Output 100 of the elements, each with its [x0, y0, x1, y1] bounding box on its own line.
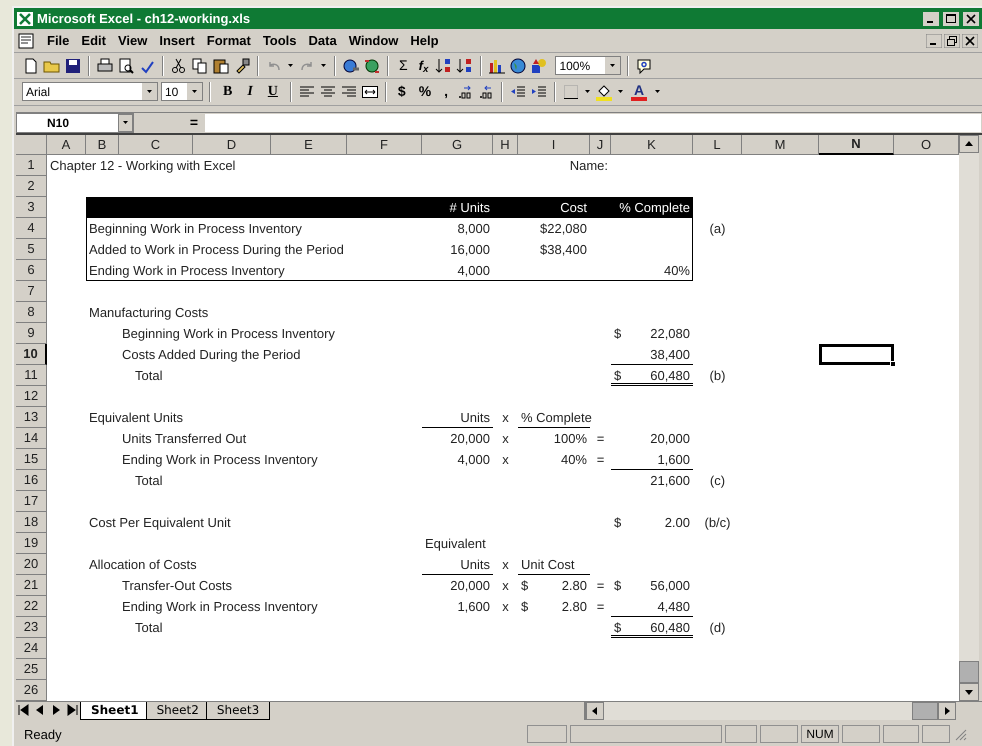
row-header[interactable]: 18	[16, 512, 47, 534]
dropdown-caret-icon[interactable]	[585, 90, 590, 94]
minimize-button[interactable]	[926, 34, 942, 48]
maximize-button[interactable]	[943, 12, 959, 26]
name-box[interactable]: N10	[16, 112, 134, 133]
menu-item[interactable]: File	[42, 30, 74, 50]
scroll-thumb[interactable]	[959, 661, 979, 684]
comma-button[interactable]: ,	[439, 81, 454, 102]
italic-button[interactable]: I	[241, 81, 259, 102]
row-header[interactable]: 3	[16, 197, 47, 218]
copy-icon[interactable]	[191, 56, 209, 75]
globe-icon[interactable]	[509, 56, 528, 75]
underline-button[interactable]: U	[262, 81, 284, 102]
column-header[interactable]: D	[193, 135, 271, 156]
menu-item[interactable]: Format	[202, 30, 256, 50]
row-header[interactable]: 17	[16, 491, 47, 512]
bold-button[interactable]: B	[217, 81, 238, 102]
autosum-button[interactable]: Σ	[395, 55, 412, 76]
column-header[interactable]: H	[493, 135, 518, 156]
horizontal-scrollbar[interactable]	[584, 702, 956, 720]
active-cell-border[interactable]	[819, 344, 894, 366]
row-header[interactable]: 15	[16, 449, 47, 470]
resize-grip-icon[interactable]	[953, 727, 967, 742]
clipboard-icon[interactable]	[212, 56, 230, 75]
row-header[interactable]: 13	[16, 407, 47, 428]
row-header[interactable]: 10	[16, 344, 47, 366]
print-preview-icon[interactable]	[117, 56, 135, 75]
help-icon[interactable]	[635, 56, 654, 75]
column-header[interactable]: J	[590, 135, 611, 156]
menu-item[interactable]: Window	[344, 30, 404, 50]
fill-color-icon[interactable]	[595, 82, 614, 101]
menu-item[interactable]: Edit	[76, 30, 111, 50]
vertical-scrollbar[interactable]	[959, 135, 979, 702]
menu-item[interactable]: Data	[304, 30, 342, 50]
currency-button[interactable]: $	[392, 81, 411, 102]
row-header[interactable]: 5	[16, 239, 47, 260]
dropdown-caret-icon[interactable]	[655, 90, 660, 94]
drawing-shapes-icon[interactable]	[530, 56, 548, 75]
row-header[interactable]: 7	[16, 281, 47, 302]
column-header[interactable]: M	[742, 135, 819, 156]
column-header[interactable]: A	[47, 135, 86, 156]
row-header[interactable]: 9	[16, 323, 47, 344]
scroll-thumb[interactable]	[912, 702, 938, 720]
column-header[interactable]: I	[518, 135, 590, 156]
dropdown-caret-icon[interactable]	[288, 64, 293, 68]
scissors-icon[interactable]	[170, 56, 188, 75]
row-header[interactable]: 1	[16, 155, 47, 176]
row-header[interactable]: 11	[16, 365, 47, 386]
dropdown-caret-icon[interactable]	[618, 90, 624, 94]
row-header[interactable]: 6	[16, 260, 47, 282]
dropdown-caret-icon[interactable]	[610, 64, 616, 68]
dropdown-caret-icon[interactable]	[147, 90, 152, 94]
select-all-button[interactable]	[16, 135, 47, 156]
menu-item[interactable]: Help	[405, 30, 444, 50]
row-header[interactable]: 23	[16, 617, 47, 638]
row-header[interactable]: 19	[16, 533, 47, 554]
row-header[interactable]: 22	[16, 596, 47, 618]
row-header[interactable]: 21	[16, 575, 47, 596]
row-header[interactable]: 24	[16, 638, 47, 660]
close-button[interactable]	[963, 12, 979, 26]
row-header[interactable]: 14	[16, 428, 47, 450]
column-header[interactable]: N	[819, 135, 894, 156]
row-header[interactable]: 4	[16, 218, 47, 240]
column-header[interactable]: E	[271, 135, 347, 156]
column-header[interactable]: B	[86, 135, 119, 156]
row-header[interactable]: 20	[16, 554, 47, 576]
close-button[interactable]	[962, 34, 978, 48]
row-header[interactable]: 25	[16, 659, 47, 680]
column-header[interactable]: G	[422, 135, 493, 156]
globe-arrows-icon[interactable]	[363, 56, 381, 75]
row-header[interactable]: 16	[16, 470, 47, 492]
dropdown-caret-icon[interactable]	[192, 90, 197, 94]
column-header[interactable]: K	[611, 135, 693, 156]
row-header[interactable]: 8	[16, 302, 47, 324]
dropdown-caret-icon[interactable]	[123, 121, 128, 124]
menu-item[interactable]: Insert	[154, 30, 200, 50]
edit-formula-button[interactable]: =	[190, 112, 198, 134]
row-header[interactable]: 2	[16, 176, 47, 198]
row-header[interactable]: 12	[16, 386, 47, 408]
minimize-button[interactable]	[923, 12, 939, 26]
restore-button[interactable]	[944, 34, 960, 48]
dropdown-caret-icon[interactable]	[321, 64, 326, 68]
formula-input-field[interactable]	[204, 112, 982, 133]
row-header[interactable]: 26	[16, 680, 47, 702]
sheet-tab[interactable]: Sheet3	[206, 702, 270, 720]
font-color-button[interactable]: A	[628, 82, 650, 101]
borders-icon[interactable]	[562, 82, 580, 101]
menu-item[interactable]: View	[112, 30, 152, 50]
zoom-dropdown[interactable]: 100%	[555, 56, 622, 76]
function-button[interactable]: f$_{x}$	[414, 56, 432, 76]
font-size-dropdown[interactable]: 10	[161, 82, 203, 102]
percent-button[interactable]: %	[414, 81, 436, 102]
menu-item[interactable]: Tools	[258, 30, 302, 50]
fill-handle[interactable]	[890, 361, 896, 368]
column-header[interactable]: C	[119, 135, 193, 156]
globe-link-icon[interactable]	[342, 56, 360, 75]
column-header[interactable]: L	[693, 135, 742, 156]
font-name-dropdown[interactable]: Arial	[22, 82, 158, 102]
column-header[interactable]: O	[894, 135, 959, 156]
column-header[interactable]: F	[347, 135, 422, 156]
